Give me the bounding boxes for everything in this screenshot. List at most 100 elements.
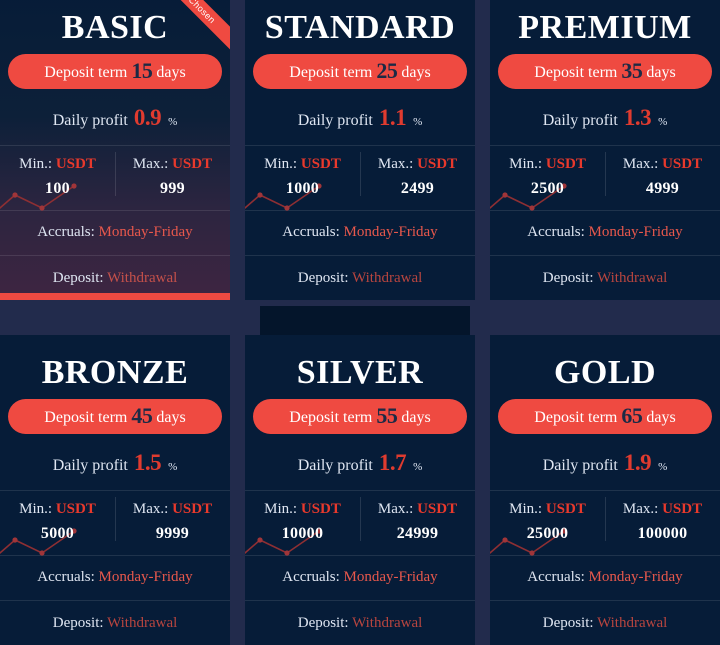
min-max-block: Min.: USDT 25000 Max.: USDT 100000: [490, 489, 720, 556]
daily-profit-label: Daily profit: [542, 111, 618, 129]
deposit-term-prefix: Deposit term: [44, 63, 128, 81]
accruals-row: Accruals: Monday-Friday: [490, 211, 720, 256]
daily-profit: Daily profit 1.5 %: [0, 434, 230, 490]
accruals-label: Accruals:: [282, 223, 340, 240]
accruals-row: Accruals: Monday-Friday: [245, 556, 475, 601]
min-label: Min.:: [509, 500, 543, 517]
daily-profit-value: 1.1: [378, 104, 407, 130]
deposit-label: Deposit:: [297, 269, 349, 286]
plan-card-silver[interactable]: SILVER Deposit term 55 days Daily profit…: [245, 335, 475, 645]
min-cell: Min.: USDT 5000: [0, 499, 115, 545]
percent-sign: %: [413, 460, 423, 473]
currency-label: USDT: [172, 500, 213, 517]
max-cell: Max.: USDT 24999: [360, 496, 475, 545]
min-amount: 1000: [285, 179, 320, 197]
max-amount: 2499: [400, 179, 435, 197]
max-label: Max.:: [377, 500, 414, 517]
deposit-term-suffix: days: [401, 408, 431, 426]
min-max-block: Min.: USDT 2500 Max.: USDT 4999: [490, 144, 720, 211]
daily-profit-label: Daily profit: [297, 111, 373, 129]
plan-title: SILVER: [296, 354, 424, 391]
currency-label: USDT: [417, 500, 458, 517]
daily-profit-label: Daily profit: [297, 456, 373, 474]
plan-card-standard[interactable]: STANDARD Deposit term 25 days Daily prof…: [245, 0, 475, 300]
daily-profit-value: 1.5: [133, 449, 162, 475]
max-amount: 999: [160, 179, 185, 197]
plan-card-premium[interactable]: PREMIUM Deposit term 35 days Daily profi…: [490, 0, 720, 300]
deposit-term-days: 65: [621, 402, 643, 428]
deposit-term-prefix: Deposit term: [44, 408, 128, 426]
currency-label: USDT: [300, 500, 341, 517]
plan-card-basic[interactable]: Chosen BASIC Deposit term 15 days Daily …: [0, 0, 230, 300]
currency-label: USDT: [545, 500, 586, 517]
deposit-term-days: 35: [621, 57, 643, 83]
accruals-value: Monday-Friday: [588, 223, 683, 240]
deposit-label: Deposit:: [542, 614, 594, 631]
plan-card-bronze[interactable]: BRONZE Deposit term 45 days Daily profit…: [0, 335, 230, 645]
min-cell: Min.: USDT 25000: [490, 499, 605, 545]
accruals-value: Monday-Friday: [343, 568, 438, 585]
deposit-row: Deposit: Withdrawal: [490, 256, 720, 297]
max-amount: 9999: [155, 524, 190, 542]
percent-sign: %: [413, 115, 423, 128]
max-label: Max.:: [377, 155, 414, 172]
deposit-row: Deposit: Withdrawal: [490, 601, 720, 642]
daily-profit-value: 0.9: [133, 104, 162, 130]
currency-label: USDT: [417, 155, 458, 172]
min-max-block: Min.: USDT 1000 Max.: USDT 2499: [245, 144, 475, 211]
deposit-label: Deposit:: [52, 269, 104, 286]
plan-title: STANDARD: [264, 9, 456, 46]
daily-profit-value: 1.9: [623, 449, 652, 475]
deposit-term-prefix: Deposit term: [289, 408, 373, 426]
accruals-label: Accruals:: [37, 223, 95, 240]
min-max-block: Min.: USDT 100 Max.: USDT 999: [0, 144, 230, 211]
deposit-row: Deposit: Withdrawal: [0, 256, 230, 293]
min-label: Min.:: [264, 155, 298, 172]
percent-sign: %: [658, 460, 668, 473]
accruals-row: Accruals: Monday-Friday: [490, 556, 720, 601]
deposit-value: Withdrawal: [107, 614, 178, 631]
accruals-value: Monday-Friday: [343, 223, 438, 240]
deposit-term-days: 45: [131, 402, 153, 428]
daily-profit: Daily profit 1.7 %: [245, 434, 475, 490]
daily-profit-value: 1.3: [623, 104, 652, 130]
deposit-term-pill: Deposit term 55 days: [253, 398, 467, 434]
accruals-value: Monday-Friday: [98, 568, 193, 585]
deposit-value: Withdrawal: [107, 269, 178, 286]
currency-label: USDT: [662, 155, 703, 172]
deposit-term-prefix: Deposit term: [534, 408, 618, 426]
deposit-value: Withdrawal: [352, 269, 423, 286]
daily-profit-label: Daily profit: [52, 111, 128, 129]
min-cell: Min.: USDT 100: [0, 154, 115, 200]
deposit-term-suffix: days: [646, 408, 676, 426]
min-amount: 2500: [530, 179, 565, 197]
row-gap-filler: [260, 306, 470, 336]
max-cell: Max.: USDT 9999: [115, 496, 230, 545]
plan-column: Chosen BASIC Deposit term 15 days Daily …: [0, 0, 230, 300]
plan-title: GOLD: [553, 354, 657, 391]
currency-label: USDT: [55, 155, 96, 172]
currency-label: USDT: [55, 500, 96, 517]
deposit-value: Withdrawal: [352, 614, 423, 631]
deposit-term-days: 55: [376, 402, 398, 428]
deposit-value: Withdrawal: [597, 614, 668, 631]
deposit-label: Deposit:: [52, 614, 104, 631]
deposit-term-days: 15: [131, 57, 153, 83]
plan-card-gold[interactable]: GOLD Deposit term 65 days Daily profit 1…: [490, 335, 720, 645]
min-label: Min.:: [264, 500, 298, 517]
min-amount: 5000: [40, 524, 75, 542]
daily-profit-label: Daily profit: [52, 456, 128, 474]
accruals-row: Accruals: Monday-Friday: [0, 556, 230, 601]
deposit-term-pill: Deposit term 35 days: [498, 53, 712, 89]
deposit-row: Deposit: Withdrawal: [245, 256, 475, 297]
min-cell: Min.: USDT 1000: [245, 154, 360, 200]
accruals-row: Accruals: Monday-Friday: [245, 211, 475, 256]
daily-profit-label: Daily profit: [542, 456, 618, 474]
deposit-term-pill: Deposit term 25 days: [253, 53, 467, 89]
deposit-row: Deposit: Withdrawal: [0, 601, 230, 642]
plan-column: STANDARD Deposit term 25 days Daily prof…: [245, 0, 475, 300]
min-max-block: Min.: USDT 5000 Max.: USDT 9999: [0, 489, 230, 556]
deposit-value: Withdrawal: [597, 269, 668, 286]
max-amount: 24999: [396, 524, 439, 542]
deposit-term-suffix: days: [401, 63, 431, 81]
